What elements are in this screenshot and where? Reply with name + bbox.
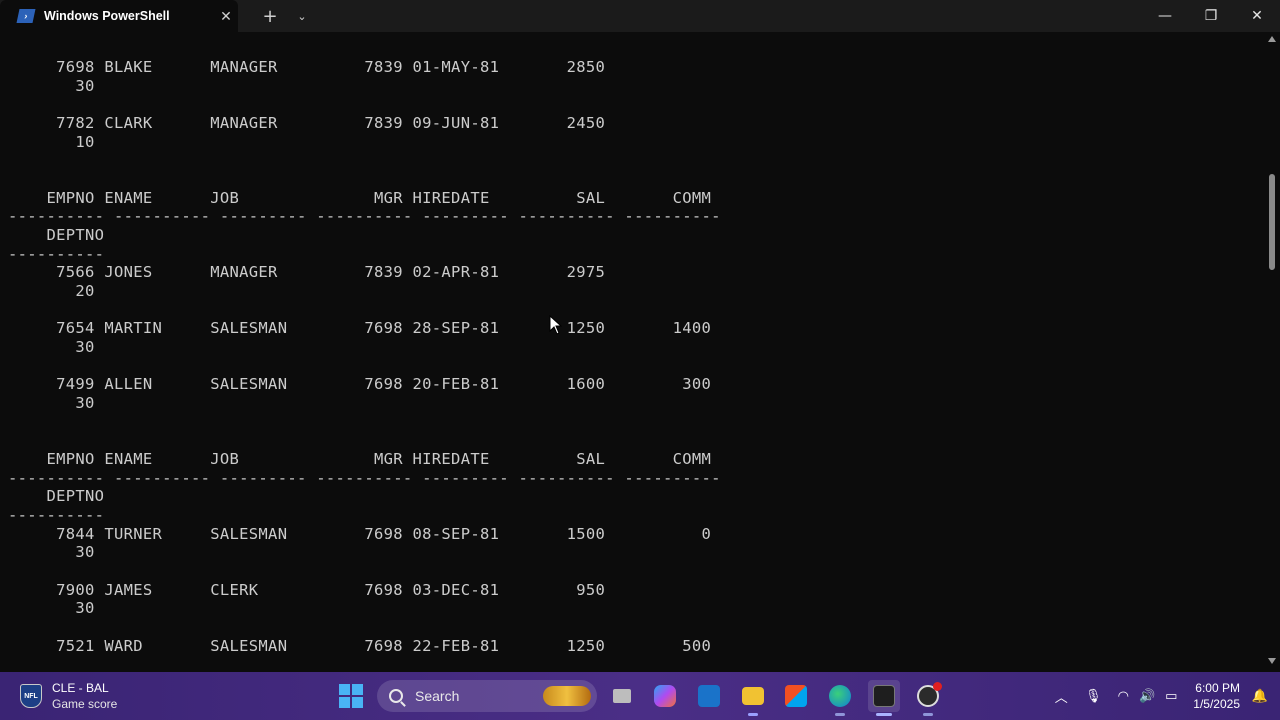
terminal-button[interactable]: [868, 680, 900, 716]
terminal-line: EMPNO ENAME JOB MGR HIREDATE SAL COMM: [8, 450, 712, 469]
close-tab-icon[interactable]: ✕: [218, 8, 234, 24]
taskbar: NFL CLE - BAL Game score Search ︿ 🎙 ◠ 🔊 …: [0, 672, 1280, 720]
terminal-icon: [873, 685, 895, 707]
terminal-line: 30: [8, 338, 95, 357]
clock[interactable]: 6:00 PM 1/5/2025: [1193, 680, 1240, 712]
terminal-line: 7521 WARD SALESMAN 7698 22-FEB-81 1250 5…: [8, 636, 712, 655]
terminal-line: EMPNO ENAME JOB MGR HIREDATE SAL COMM: [8, 188, 712, 207]
clock-date: 1/5/2025: [1193, 697, 1240, 711]
terminal-line: ---------- ---------- --------- --------…: [8, 468, 721, 487]
terminal-line: 7844 TURNER SALESMAN 7698 08-SEP-81 1500…: [8, 524, 712, 543]
terminal-line: 7698 BLAKE MANAGER 7839 01-MAY-81 2850: [8, 58, 606, 76]
file-explorer-button[interactable]: [737, 680, 769, 716]
window-controls: — ❐ ✕: [1142, 0, 1280, 32]
microphone-icon[interactable]: 🎙: [1081, 684, 1105, 708]
new-tab-button[interactable]: +: [254, 0, 286, 32]
widget-title: CLE - BAL: [52, 681, 109, 695]
terminal-line: 20: [8, 282, 95, 301]
terminal-line: 7499 ALLEN SALESMAN 7698 20-FEB-81 1600 …: [8, 375, 712, 394]
notification-bell-icon[interactable]: 🔔: [1248, 684, 1272, 708]
edge-icon: [829, 685, 851, 707]
system-tray: ︿ 🎙 ◠ 🔊 ▭ 6:00 PM 1/5/2025 🔔: [1049, 672, 1280, 720]
tab-title: Windows PowerShell: [44, 9, 170, 23]
volume-icon[interactable]: 🔊: [1135, 684, 1159, 708]
taskbar-search-box[interactable]: Search: [377, 680, 597, 712]
battery-icon[interactable]: ▭: [1159, 684, 1183, 708]
microsoft-store-button[interactable]: [780, 680, 812, 712]
scroll-up-arrow-icon[interactable]: [1268, 36, 1276, 42]
show-hidden-icons-chevron-icon[interactable]: ︿: [1049, 684, 1073, 708]
search-highlight-icon: [543, 686, 591, 706]
terminal-line: 7654 MARTIN SALESMAN 7698 28-SEP-81 1250…: [8, 319, 712, 338]
terminal-line: ----------: [8, 244, 105, 263]
scroll-down-arrow-icon[interactable]: [1268, 658, 1276, 664]
terminal-line: 7900 JAMES CLERK 7698 03-DEC-81 950: [8, 580, 606, 599]
terminal-line: 30: [8, 76, 95, 95]
scrollbar-thumb[interactable]: [1269, 174, 1275, 270]
obs-button[interactable]: [912, 680, 944, 716]
terminal-line: DEPTNO: [8, 487, 105, 506]
mouse-cursor-icon: [549, 315, 563, 335]
start-button[interactable]: [339, 684, 363, 708]
terminal-output[interactable]: 7698 BLAKE MANAGER 7839 01-MAY-81 2850 3…: [0, 32, 1280, 672]
copilot-icon: [654, 685, 676, 707]
close-window-button[interactable]: ✕: [1234, 0, 1280, 32]
search-icon: [389, 689, 403, 703]
powershell-icon: ›: [16, 9, 36, 23]
terminal-line: 30: [8, 599, 95, 618]
widget-subtitle: Game score: [52, 697, 118, 711]
task-view-button[interactable]: [606, 680, 638, 712]
copilot-button[interactable]: [649, 680, 681, 712]
terminal-line: 7566 JONES MANAGER 7839 02-APR-81 2975: [8, 263, 606, 282]
outlook-icon: [698, 685, 720, 707]
clock-time: 6:00 PM: [1195, 681, 1240, 695]
edge-button[interactable]: [824, 680, 856, 716]
wifi-icon[interactable]: ◠: [1111, 684, 1135, 708]
task-view-icon: [613, 689, 631, 703]
terminal-line: ---------- ---------- --------- --------…: [8, 207, 721, 226]
maximize-button[interactable]: ❐: [1188, 0, 1234, 32]
sports-widget[interactable]: NFL CLE - BAL Game score: [20, 680, 117, 712]
nfl-logo-icon: NFL: [20, 684, 42, 708]
scrollbar[interactable]: [1264, 32, 1280, 672]
tab-dropdown-button[interactable]: ⌄: [286, 0, 318, 32]
terminal-line: DEPTNO: [8, 226, 105, 245]
folder-icon: [742, 687, 764, 705]
terminal-line: 7782 CLARK MANAGER 7839 09-JUN-81 2450: [8, 114, 606, 132]
terminal-line: 30: [8, 394, 95, 413]
terminal-line: 10: [8, 132, 95, 151]
title-bar: › Windows PowerShell ✕ + ⌄ — ❐ ✕: [0, 0, 1280, 32]
terminal-line: 30: [8, 543, 95, 562]
outlook-button[interactable]: [693, 680, 725, 712]
windows-logo-icon: [339, 684, 350, 695]
tab-windows-powershell[interactable]: › Windows PowerShell ✕: [0, 0, 238, 32]
terminal-line: ----------: [8, 506, 105, 525]
store-icon: [785, 685, 807, 707]
search-label: Search: [415, 688, 460, 704]
recording-indicator-icon: [933, 682, 942, 691]
minimize-button[interactable]: —: [1142, 0, 1188, 32]
